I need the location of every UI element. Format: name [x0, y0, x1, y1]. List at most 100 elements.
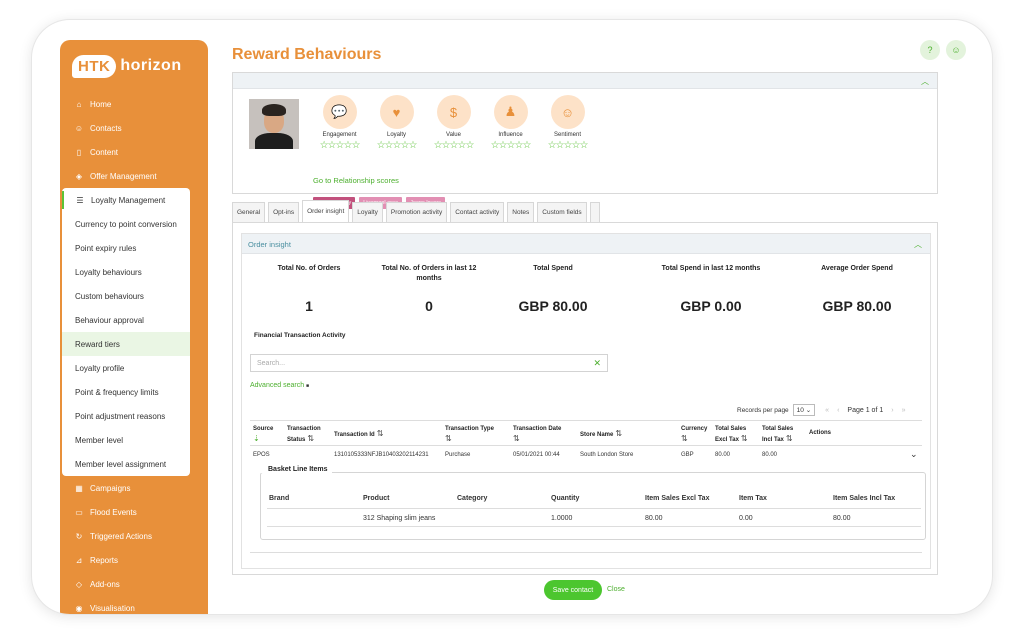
metric-label: Total Spend in last 12 months	[661, 265, 761, 272]
financial-activity-title: Financial Transaction Activity	[254, 332, 346, 339]
contact-profile-card: ︿ 💬 Engagement ☆☆☆☆☆ ♥ Loyalty ☆☆☆☆☆ $ V…	[232, 72, 938, 209]
sidebar-item-visualisation[interactable]: ◉ Visualisation	[60, 596, 208, 614]
records-per-page-select[interactable]: 10 ⌄	[792, 404, 816, 416]
tab-contact-activity[interactable]: Contact activity	[450, 202, 505, 222]
chevron-down-icon[interactable]: ⌄	[910, 449, 918, 460]
tab-opt-ins[interactable]: Opt-ins	[268, 202, 300, 222]
dollar-icon: $	[436, 95, 471, 129]
logo[interactable]: HTK horizon	[72, 52, 181, 80]
submenu-item[interactable]: Point expiry rules	[62, 236, 190, 260]
sidebar-item-home[interactable]: ⌂ Home	[60, 92, 208, 116]
basket-title: Basket Line Items	[260, 466, 332, 473]
submenu-item[interactable]: Point & frequency limits	[62, 380, 190, 404]
tab-promotion-activity[interactable]: Promotion activity	[385, 202, 448, 222]
sidebar-item-loyalty-management[interactable]: ☰ Loyalty Management	[62, 188, 190, 212]
tab-custom-fields[interactable]: Custom fields	[537, 202, 587, 222]
metric-value: GBP 0.00	[680, 298, 742, 314]
relationship-scores: 💬 Engagement ☆☆☆☆☆ ♥ Loyalty ☆☆☆☆☆ $ Val…	[311, 95, 596, 151]
sidebar-item-offer-management[interactable]: ◈ Offer Management	[60, 164, 208, 188]
sidebar-item-content[interactable]: ▯ Content	[60, 140, 208, 164]
page-title: Reward Behaviours	[232, 46, 382, 63]
basket-table-header: Brand Product Category Quantity Item Sal…	[267, 489, 921, 509]
sort-icon: ⇅	[740, 434, 748, 443]
cube-icon: ◇	[75, 579, 83, 589]
sidebar-item-flood-events[interactable]: ▭ Flood Events	[60, 500, 208, 524]
sidebar: HTK horizon ⌂ Home ☺ Contacts ▯ Content ◈ Of…	[60, 40, 208, 614]
tab-order-insight[interactable]: Order insight	[302, 200, 350, 222]
sort-icon: ⇅	[445, 434, 452, 443]
table-row[interactable]: EPOS 1310105333NFJB10403202114231 Purcha…	[250, 446, 922, 464]
col-currency[interactable]: Currency ⇅	[681, 425, 707, 445]
submenu-item-reward-tiers[interactable]: Reward tiers	[62, 332, 190, 356]
col-transaction-id[interactable]: Transaction Id ⇅	[334, 429, 383, 440]
col-total-sales-excl-tax[interactable]: Total Sales Excl Tax ⇅	[715, 425, 757, 445]
tab-general[interactable]: General	[232, 202, 266, 222]
section-title: Order insight	[248, 240, 291, 249]
col-total-sales-incl-tax[interactable]: Total Sales Incl Tax ⇅	[762, 425, 804, 445]
user-profile-icon[interactable]: ☺	[946, 40, 966, 60]
help-icon[interactable]: ?	[920, 40, 940, 60]
star-rating: ☆☆☆☆☆	[433, 140, 475, 151]
close-link[interactable]: Close	[607, 586, 625, 593]
heart-icon: ♥	[379, 95, 414, 129]
transactions-table-header: Source ⇣ Transaction Status ⇅ Transaction …	[250, 420, 922, 446]
tab-loyalty[interactable]: Loyalty	[352, 202, 383, 222]
relationship-scores-link[interactable]: Go to Relationship scores	[313, 176, 399, 185]
chat-icon: 💬	[322, 95, 357, 129]
col-source[interactable]: Source ⇣	[253, 425, 283, 445]
metric-label: Total No. of Orders in last 12 months	[381, 265, 477, 282]
inbox-icon: ▭	[75, 507, 83, 517]
star-rating: ☆☆☆☆☆	[319, 140, 361, 151]
col-transaction-status[interactable]: Transaction Status ⇅	[287, 425, 327, 445]
submenu-item[interactable]: Currency to point conversion	[62, 212, 190, 236]
next-page-icon[interactable]: ›	[891, 407, 893, 414]
advanced-search-link[interactable]: Advanced search ■	[250, 382, 309, 389]
sort-icon: ⇅	[376, 429, 384, 438]
list-icon: ☰	[76, 195, 84, 205]
search-input[interactable]: Search... ✕	[250, 354, 608, 372]
metric-value: GBP 80.00	[822, 298, 892, 314]
submenu-item[interactable]: Custom behaviours	[62, 284, 190, 308]
smile-icon: ☺	[550, 95, 585, 129]
sidebar-nav: ⌂ Home ☺ Contacts ▯ Content ◈ Offer Manageme…	[60, 92, 208, 614]
first-page-icon[interactable]: «	[825, 407, 829, 414]
prev-page-icon[interactable]: ‹	[837, 407, 839, 414]
sidebar-item-campaigns[interactable]: ▦ Campaigns	[60, 476, 208, 500]
sidebar-item-contacts[interactable]: ☺ Contacts	[60, 116, 208, 140]
sidebar-item-reports[interactable]: ⊿ Reports	[60, 548, 208, 572]
sort-icon: ⇅	[513, 434, 520, 443]
submenu-item[interactable]: Point adjustment reasons	[62, 404, 190, 428]
chart-icon: ⊿	[75, 555, 83, 565]
chevron-up-icon[interactable]: ︿	[914, 239, 922, 250]
star-rating: ☆☆☆☆☆	[376, 140, 418, 151]
col-store-name[interactable]: Store Name ⇅	[580, 429, 622, 440]
avatar	[249, 99, 299, 149]
sidebar-item-triggered-actions[interactable]: ↻ Triggered Actions	[60, 524, 208, 548]
star-rating: ☆☆☆☆☆	[547, 140, 589, 151]
page-indicator: Page 1 of 1	[847, 406, 884, 414]
submenu-item[interactable]: Member level assignment	[62, 452, 190, 476]
clear-icon[interactable]: ✕	[593, 358, 601, 369]
tab-notes[interactable]: Notes	[507, 202, 535, 222]
save-contact-button[interactable]: Save contact	[544, 580, 602, 600]
col-transaction-date[interactable]: Transaction Date ⇅	[513, 425, 573, 445]
section-header: Order insight ︿	[242, 234, 930, 254]
tab-more[interactable]	[589, 202, 600, 222]
sidebar-item-add-ons[interactable]: ◇ Add-ons	[60, 572, 208, 596]
score-influence: ♟ Influence ☆☆☆☆☆	[482, 95, 539, 151]
submenu-item[interactable]: Loyalty behaviours	[62, 260, 190, 284]
last-page-icon[interactable]: »	[902, 407, 906, 414]
col-transaction-type[interactable]: Transaction Type ⇅	[445, 425, 505, 445]
sort-icon: ⇅	[615, 429, 623, 438]
chevron-up-icon[interactable]: ︿	[921, 76, 929, 87]
submenu-item[interactable]: Member level	[62, 428, 190, 452]
app-window: HTK horizon ⌂ Home ☺ Contacts ▯ Content ◈ Of…	[32, 20, 992, 614]
metric-value: 1	[305, 298, 313, 314]
submenu-item[interactable]: Loyalty profile	[62, 356, 190, 380]
expand-icon: ■	[306, 383, 310, 389]
metric-label: Total No. of Orders	[277, 265, 341, 272]
table-row: 312 Shaping slim jeans 1.0000 80.00 0.00…	[267, 509, 921, 527]
metric-label: Average Order Spend	[821, 265, 893, 272]
tab-panel: Order insight ︿ Total No. of Orders 1 To…	[232, 222, 938, 575]
submenu-item[interactable]: Behaviour approval	[62, 308, 190, 332]
